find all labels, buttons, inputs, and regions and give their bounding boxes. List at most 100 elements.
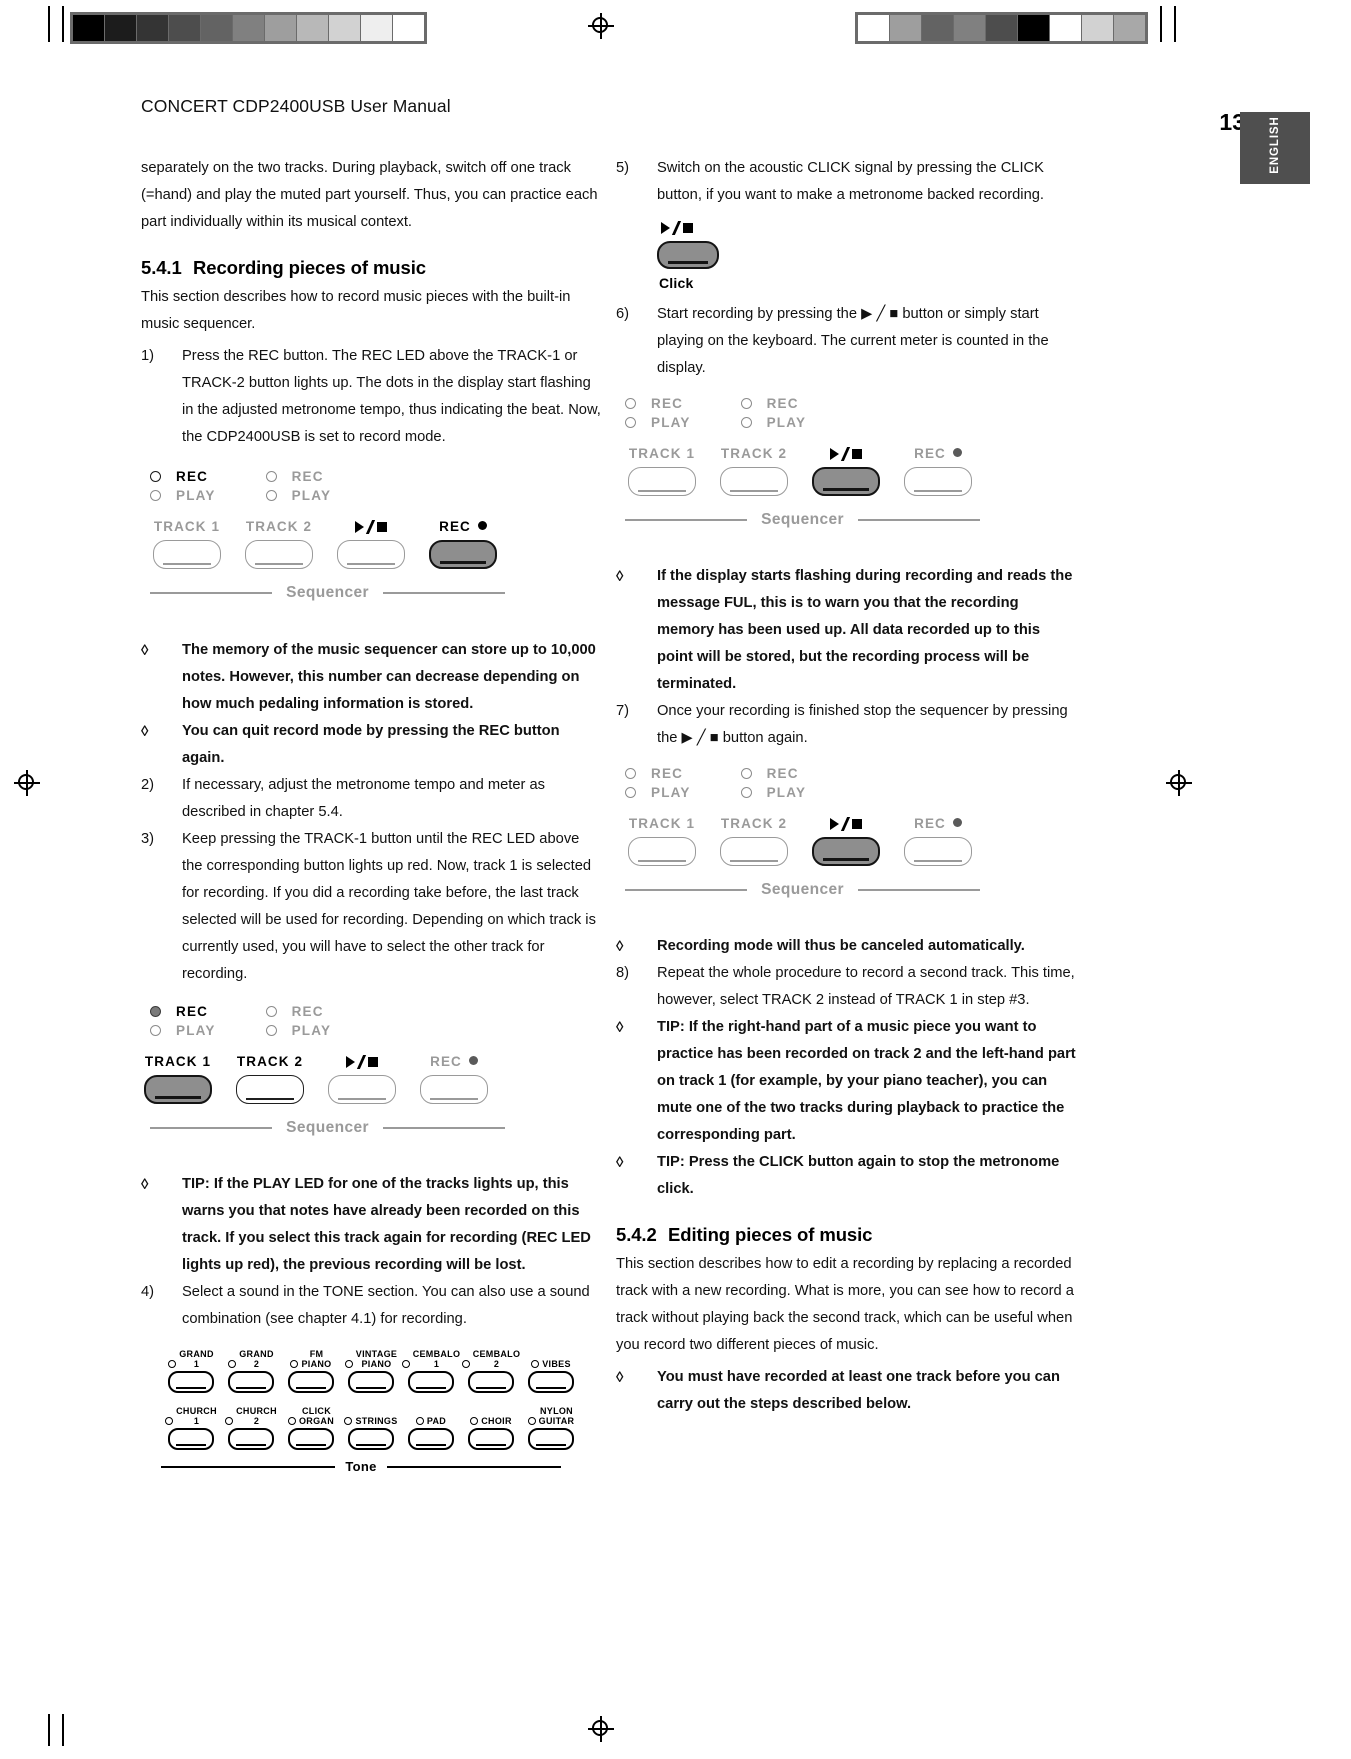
- led-indicators: REC PLAY REC PLAY: [625, 394, 1078, 432]
- tone-button-cell: VIBES: [521, 1345, 581, 1393]
- page-title: CONCERT CDP2400USB User Manual: [141, 96, 451, 116]
- list-text: Switch on the acoustic CLICK signal by p…: [657, 160, 1044, 203]
- playstop-button-cell: [325, 518, 417, 569]
- track2-button-cell: TRACK 2: [708, 815, 800, 866]
- page-number: 13: [1219, 109, 1245, 135]
- track2-label: TRACK 2: [245, 519, 313, 534]
- tone-row-1: GRAND 1 GRAND 2 FM PIANO VINTAGE PIANO CEMBA…: [161, 1345, 603, 1393]
- tone-button-vintage-piano[interactable]: [348, 1371, 394, 1393]
- click-button[interactable]: [657, 241, 719, 269]
- tone-led-icon: [531, 1360, 540, 1368]
- play-led-track2: [265, 490, 277, 501]
- tone-label-line1: GRAND: [179, 1349, 214, 1359]
- tone-button-vibes[interactable]: [528, 1371, 574, 1393]
- tone-label-line2: 2: [253, 1416, 260, 1426]
- crop-mark-left-outer: [48, 6, 50, 42]
- list-text: Select a sound in the TONE section. You …: [182, 1284, 590, 1327]
- tone-label: CEMBALO 1: [413, 1348, 461, 1369]
- tone-panel: GRAND 1 GRAND 2 FM PIANO VINTAGE PIANO CEMBA…: [161, 1345, 603, 1474]
- tone-label-line2: 2: [493, 1359, 500, 1369]
- list-item-tip4: ◊ If the display starts flashing during …: [616, 563, 1078, 698]
- footer-rule-right: [857, 889, 981, 891]
- tone-button-grand-2[interactable]: [228, 1371, 274, 1393]
- tone-row-2: CHURCH 1 CHURCH 2 CLICK ORGAN STRINGS PAD C…: [161, 1402, 603, 1450]
- rec-button[interactable]: [420, 1075, 488, 1104]
- tone-button-cell: STRINGS: [341, 1402, 401, 1450]
- tone-led-icon: [470, 1417, 479, 1425]
- rec-button-cell: REC: [408, 1053, 500, 1104]
- track1-button-cell: TRACK 1: [616, 815, 708, 866]
- track1-button[interactable]: [628, 837, 696, 866]
- tone-button-fm-piano[interactable]: [288, 1371, 334, 1393]
- play-stop-button[interactable]: [812, 837, 880, 866]
- tone-label-line1: GRAND: [239, 1349, 274, 1359]
- tone-label-line1: CHURCH: [176, 1406, 217, 1416]
- list-text: Start recording by pressing the ▶ ╱ ■ bu…: [657, 306, 1049, 376]
- track2-label: TRACK 2: [720, 446, 788, 461]
- tone-button-click-organ[interactable]: [288, 1428, 334, 1450]
- track2-button[interactable]: [720, 837, 788, 866]
- track1-button-cell: TRACK 1: [141, 518, 233, 569]
- rec-button[interactable]: [904, 467, 972, 496]
- tone-button-nylon-guitar[interactable]: [528, 1428, 574, 1450]
- rec-led-track1: [625, 398, 636, 409]
- tone-button-grand-1[interactable]: [168, 1371, 214, 1393]
- tone-label: NYLON GUITAR: [539, 1405, 575, 1426]
- tone-led-icon: [461, 1360, 470, 1368]
- play-stop-button[interactable]: [337, 540, 405, 569]
- track2-button[interactable]: [245, 540, 313, 569]
- list-marker: 7): [616, 703, 630, 719]
- click-button-panel: Click: [657, 219, 1078, 291]
- play-led-track1: [150, 490, 161, 501]
- slash-icon: [365, 520, 376, 534]
- section-number: 5.4.2: [616, 1224, 657, 1245]
- crop-mark-right-inner: [1160, 6, 1162, 42]
- list-marker: 8): [616, 965, 630, 981]
- tone-button-cell: NYLON GUITAR: [521, 1402, 581, 1450]
- play-stop-button[interactable]: [812, 467, 880, 496]
- list-text: You can quit record mode by pressing the…: [182, 723, 560, 766]
- track2-button-cell: TRACK 2: [708, 445, 800, 496]
- sequencer-buttons: TRACK 1 TRACK 2 REC: [616, 815, 1078, 866]
- crop-mark-bottom-left: [48, 1714, 50, 1746]
- rec-button[interactable]: [429, 540, 497, 569]
- led-group-track1: REC PLAY: [150, 1002, 216, 1040]
- tone-label-line2: 1: [193, 1416, 200, 1426]
- tone-button-pad[interactable]: [408, 1428, 454, 1450]
- sequencer-footer-label: Sequencer: [761, 511, 844, 528]
- rec-button-label: REC: [439, 518, 487, 536]
- track1-button[interactable]: [153, 540, 221, 569]
- section-intro: This section describes how to record mus…: [141, 289, 571, 332]
- tone-button-strings[interactable]: [348, 1428, 394, 1450]
- rec-led-label: REC: [291, 469, 324, 484]
- tone-button-cell: CHURCH 2: [221, 1402, 281, 1450]
- sequencer-panel-track1-mode: REC PLAY REC PLAY TRACK 1 TRACK 2 REC Se…: [141, 1002, 603, 1137]
- list-text: Press the REC button. The REC LED above …: [182, 348, 601, 445]
- tone-label-line1: FM: [309, 1349, 324, 1359]
- led-group-track1: REC PLAY: [150, 467, 216, 505]
- tone-footer-label: Tone: [345, 1459, 377, 1474]
- track2-button[interactable]: [720, 467, 788, 496]
- rec-button[interactable]: [904, 837, 972, 866]
- track1-button[interactable]: [628, 467, 696, 496]
- track1-button[interactable]: [144, 1075, 212, 1104]
- track1-button-cell: TRACK 1: [132, 1053, 224, 1104]
- stop-icon: [852, 449, 862, 459]
- footer-rule-right: [382, 592, 506, 594]
- tone-button-church-1[interactable]: [168, 1428, 214, 1450]
- track2-button[interactable]: [236, 1075, 304, 1104]
- list-marker: 5): [616, 160, 630, 176]
- tone-button-cembalo-1[interactable]: [408, 1371, 454, 1393]
- tone-button-cembalo-2[interactable]: [468, 1371, 514, 1393]
- play-led-track2: [740, 787, 752, 798]
- playstop-button-cell: [800, 445, 892, 496]
- tone-led-icon: [168, 1360, 177, 1368]
- section-heading-541: 5.4.1 Recording pieces of music: [141, 257, 603, 279]
- tone-button-church-2[interactable]: [228, 1428, 274, 1450]
- tone-button-choir[interactable]: [468, 1428, 514, 1450]
- tone-button-cell: CHURCH 1: [161, 1402, 221, 1450]
- play-stop-icons: [830, 445, 862, 463]
- tone-led-icon: [415, 1417, 424, 1425]
- diamond-bullet-icon: ◊: [616, 568, 624, 585]
- play-stop-button[interactable]: [328, 1075, 396, 1104]
